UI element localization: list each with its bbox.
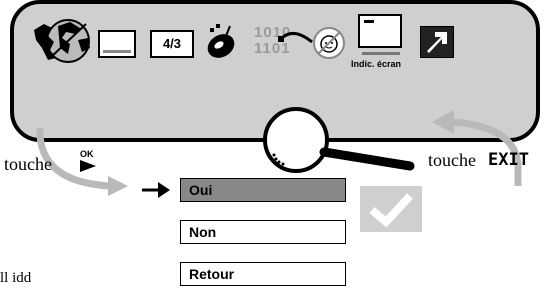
option-oui[interactable]: Oui	[180, 178, 346, 202]
ok-key-label: OK	[80, 149, 94, 159]
option-retour[interactable]: Retour	[180, 262, 346, 286]
exit-key-label: EXIT	[488, 150, 529, 170]
arrow-right-icon	[142, 182, 170, 198]
aspect-ratio-label: 4/3	[162, 36, 182, 51]
aspect-ratio-icon[interactable]: 4/3	[150, 30, 194, 58]
option-non[interactable]: Non	[180, 220, 346, 244]
curved-arrow-right	[432, 110, 522, 186]
screen-indicator-bar	[362, 52, 400, 55]
screen-indicator-icon[interactable]	[358, 14, 402, 48]
exit-arrow-icon[interactable]	[420, 26, 454, 58]
child-lock-icon[interactable]	[312, 26, 346, 60]
ok-key-icon	[80, 160, 96, 172]
caption-right: touche	[428, 150, 476, 170]
checkmark-icon	[360, 186, 422, 232]
screen-indicator-label: Indic. écran	[351, 59, 402, 69]
satellite-dish-icon[interactable]	[204, 22, 238, 62]
caption-left: touche	[4, 154, 52, 174]
magnifier-icon	[263, 107, 415, 173]
binary-code-icon[interactable]: 1010 1101	[250, 22, 314, 62]
screen-blank-icon[interactable]	[98, 30, 136, 58]
globe-icon[interactable]	[30, 18, 94, 64]
caption-bottom-fragment: ll idd	[0, 270, 32, 286]
